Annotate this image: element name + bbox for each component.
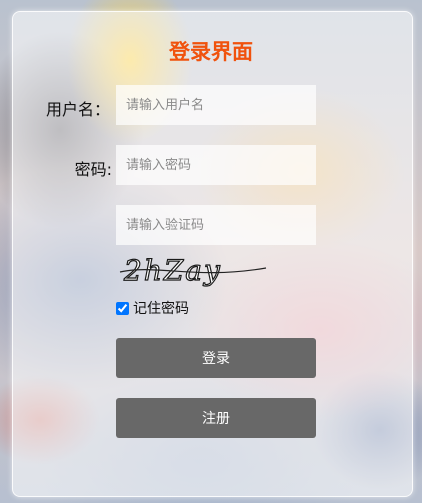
password-label: 密码: bbox=[74, 160, 112, 179]
password-input[interactable] bbox=[116, 145, 316, 185]
page-title: 登录界面 bbox=[169, 40, 253, 64]
username-label: 用户名： bbox=[45, 100, 110, 119]
remember-checkbox[interactable] bbox=[116, 301, 129, 315]
remember-password[interactable]: 记住密码 bbox=[116, 299, 189, 317]
captcha-image[interactable]: 2hZay bbox=[116, 250, 270, 288]
login-button[interactable]: 登录 bbox=[116, 338, 316, 378]
captcha-input[interactable] bbox=[116, 205, 316, 245]
register-button[interactable]: 注册 bbox=[116, 398, 316, 438]
username-input[interactable] bbox=[116, 85, 316, 125]
remember-label: 记住密码 bbox=[133, 301, 189, 317]
